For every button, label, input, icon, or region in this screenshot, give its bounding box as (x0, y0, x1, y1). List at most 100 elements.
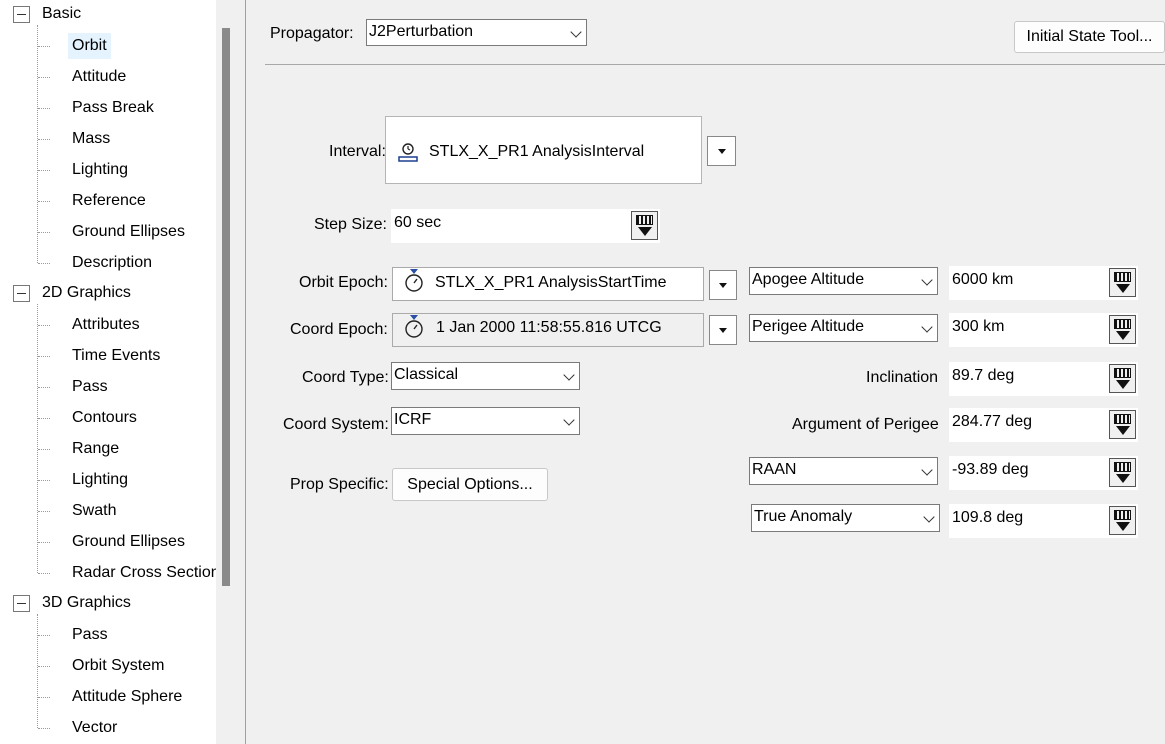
coord-epoch-dropdown-button[interactable] (709, 315, 737, 345)
true-anomaly-select[interactable]: True Anomaly (751, 504, 940, 532)
coord-type-label: Coord Type: (302, 369, 389, 386)
apogee-field[interactable]: 6000 km (949, 266, 1138, 300)
calculator-icon[interactable] (1109, 364, 1136, 393)
tree-item[interactable]: Attitude Sphere (68, 684, 186, 710)
tree-group-label[interactable]: 2D Graphics (42, 280, 131, 306)
perigee-select-value: Perigee Altitude (752, 318, 865, 335)
chevron-down-icon (921, 464, 933, 476)
calculator-icon[interactable] (1109, 410, 1136, 439)
tree-connector (38, 418, 50, 419)
tree-scrollbar[interactable] (216, 0, 236, 744)
coord-type-select[interactable]: Classical (391, 362, 580, 390)
tree-item[interactable]: Pass (68, 374, 112, 400)
splitter[interactable] (236, 0, 245, 744)
orbit-epoch-dropdown-button[interactable] (709, 270, 737, 300)
apogee-select-value: Apogee Altitude (752, 271, 865, 288)
tree-item[interactable]: Ground Ellipses (68, 529, 189, 555)
propagator-label: Propagator: (270, 25, 354, 42)
arg-perigee-value: 284.77 deg (952, 413, 1033, 430)
splitter-line (245, 0, 246, 744)
tree-connector (38, 170, 50, 171)
raan-select-value: RAAN (752, 461, 797, 478)
tree-connector (38, 325, 50, 326)
tree-connector (38, 77, 50, 78)
tree-group-label[interactable]: Basic (42, 1, 81, 27)
stopwatch-icon (405, 315, 423, 338)
tree-item[interactable]: Attitude (68, 64, 130, 90)
tree-connector (38, 511, 50, 512)
arg-perigee-field[interactable]: 284.77 deg (949, 408, 1138, 442)
header-divider (265, 64, 1165, 65)
tree-connector (38, 573, 50, 574)
inclination-field[interactable]: 89.7 deg (949, 362, 1138, 396)
tree-connector (38, 728, 50, 729)
tree-item[interactable]: Range (68, 436, 123, 462)
orbit-epoch-field[interactable]: STLX_X_PR1 AnalysisStartTime (392, 267, 704, 301)
step-size-label: Step Size: (314, 216, 387, 233)
tree-group-label[interactable]: 3D Graphics (42, 590, 131, 616)
tree-item[interactable]: Reference (68, 188, 150, 214)
tree-connector (37, 614, 38, 728)
calculator-icon[interactable] (631, 211, 658, 240)
apogee-value: 6000 km (952, 271, 1014, 288)
calculator-icon[interactable] (1109, 506, 1136, 535)
apogee-select[interactable]: Apogee Altitude (749, 267, 938, 295)
tree-item[interactable]: Time Events (68, 343, 164, 369)
propagator-select[interactable]: J2Perturbation (366, 19, 587, 46)
inclination-value: 89.7 deg (952, 367, 1015, 384)
collapse-toggle-icon[interactable] (13, 285, 30, 302)
tree-item[interactable]: Vector (68, 715, 121, 741)
tree-item[interactable]: Pass Break (68, 95, 158, 121)
arg-perigee-label: Argument of Perigee (792, 416, 939, 433)
tree-connector (38, 232, 50, 233)
calculator-icon[interactable] (1109, 458, 1136, 487)
tree-item[interactable]: Swath (68, 498, 120, 524)
tree-item[interactable]: Lighting (68, 467, 132, 493)
coord-epoch-label: Coord Epoch: (290, 321, 388, 338)
perigee-field[interactable]: 300 km (949, 313, 1138, 347)
true-anomaly-field[interactable]: 109.8 deg (949, 504, 1138, 538)
calculator-icon[interactable] (1109, 315, 1136, 344)
tree-connector (38, 263, 50, 264)
perigee-select[interactable]: Perigee Altitude (749, 314, 938, 342)
tree-connector (38, 201, 50, 202)
coord-type-value: Classical (394, 366, 459, 383)
coord-system-select[interactable]: ICRF (391, 407, 580, 435)
tree-item[interactable]: Pass (68, 622, 112, 648)
step-size-field[interactable]: 60 sec (391, 209, 660, 243)
tree-connector (38, 449, 50, 450)
tree-item[interactable]: Attributes (68, 312, 144, 338)
coord-epoch-field[interactable]: 1 Jan 2000 11:58:55.816 UTCG (392, 313, 704, 347)
tree-connector (38, 387, 50, 388)
collapse-toggle-icon[interactable] (13, 595, 30, 612)
raan-field[interactable]: -93.89 deg (949, 456, 1138, 490)
true-anomaly-value: 109.8 deg (952, 509, 1024, 526)
tree-item[interactable]: Orbit (68, 33, 111, 59)
interval-icon (398, 143, 418, 162)
interval-field[interactable]: STLX_X_PR1 AnalysisInterval (385, 116, 702, 184)
special-options-button[interactable]: Special Options... (392, 468, 548, 501)
raan-select[interactable]: RAAN (749, 457, 938, 485)
tree-item[interactable]: Lighting (68, 157, 132, 183)
tree-item[interactable]: Description (68, 250, 156, 276)
tree-connector (38, 356, 50, 357)
properties-tree[interactable]: Basic Orbit Attitude Pass Break Mass Lighting… (0, 0, 236, 744)
chevron-down-icon (563, 414, 575, 426)
tree-connector (38, 542, 50, 543)
tree-scrollbar-thumb[interactable] (222, 28, 230, 586)
tree-item[interactable]: Mass (68, 126, 114, 152)
orbit-epoch-value: STLX_X_PR1 AnalysisStartTime (435, 274, 667, 291)
initial-state-tool-button[interactable]: Initial State Tool... (1014, 21, 1165, 53)
collapse-toggle-icon[interactable] (13, 6, 30, 23)
tree-item[interactable]: Orbit System (68, 653, 168, 679)
calculator-icon[interactable] (1109, 268, 1136, 297)
tree-item[interactable]: Contours (68, 405, 141, 431)
step-size-value: 60 sec (394, 214, 442, 231)
chevron-down-icon (923, 511, 935, 523)
tree-item[interactable]: Ground Ellipses (68, 219, 189, 245)
tree-item[interactable]: Radar Cross Section (68, 560, 224, 586)
raan-value: -93.89 deg (952, 461, 1029, 478)
perigee-value: 300 km (952, 318, 1005, 335)
inclination-label: Inclination (866, 369, 939, 386)
interval-dropdown-button[interactable] (707, 136, 736, 166)
